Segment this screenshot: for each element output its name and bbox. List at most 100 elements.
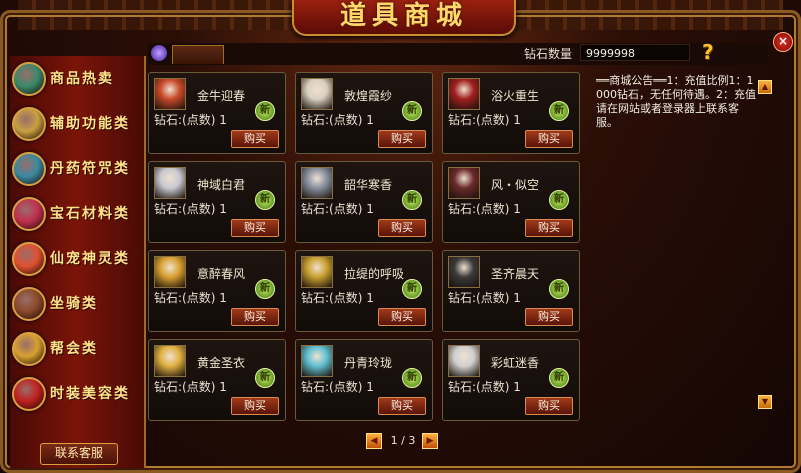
product-card: 敦煌霞纱新钻石:(点数) 1 购买 xyxy=(295,72,433,154)
product-name: 丹青玲珑 xyxy=(344,356,393,370)
sidebar-item-label: 坐骑类 xyxy=(50,296,98,312)
previous-page-button[interactable]: ◀ xyxy=(366,433,382,449)
product-name: 拉缇的呼吸 xyxy=(344,267,405,281)
buy-button[interactable]: 购买 xyxy=(378,130,426,148)
buy-button[interactable]: 购买 xyxy=(231,397,279,415)
product-card: 彩虹迷香新钻石:(点数) 1 购买 xyxy=(442,339,580,421)
product-name: 韶华寒香 xyxy=(344,178,393,192)
buy-button[interactable]: 购买 xyxy=(231,308,279,326)
product-card: 圣齐晨天新钻石:(点数) 1 购买 xyxy=(442,250,580,332)
product-grid: 金牛迎春新钻石:(点数) 1 购买 敦煌霞纱新钻石:(点数) 1 购买 浴火重生新钻石:… xyxy=(148,72,588,427)
sidebar-item-label: 商品热卖 xyxy=(50,71,114,87)
sidebar-item[interactable]: 帮会类 xyxy=(10,330,144,368)
product-price: 钻石:(点数) 1 xyxy=(154,380,227,394)
buy-button[interactable]: 购买 xyxy=(378,308,426,326)
new-badge: 新 xyxy=(549,101,569,121)
tab-gem-icon[interactable] xyxy=(151,45,167,61)
product-price: 钻石:(点数) 1 xyxy=(154,291,227,305)
next-page-button[interactable]: ▶ xyxy=(422,433,438,449)
product-thumbnail xyxy=(154,345,186,377)
page-indicator: 1 / 3 xyxy=(390,434,416,447)
product-card: 神域白君新钻石:(点数) 1 购买 xyxy=(148,161,286,243)
product-name: 浴火重生 xyxy=(491,89,540,103)
product-name: 风・似空 xyxy=(491,178,540,192)
help-icon[interactable]: ? xyxy=(702,40,724,64)
sidebar-item[interactable]: 坐骑类 xyxy=(10,285,144,323)
scroll-down-arrow-icon[interactable]: ▼ xyxy=(758,395,772,409)
product-name: 彩虹迷香 xyxy=(491,356,540,370)
product-thumbnail xyxy=(301,256,333,288)
sidebar-item[interactable]: 商品热卖 xyxy=(10,60,144,98)
scroll-up-arrow-icon[interactable]: ▲ xyxy=(758,80,772,94)
buy-button[interactable]: 购买 xyxy=(525,397,573,415)
shop-announcement: ══商城公告══1：充值比例1：1000钻石，无任何待遇。2：充值请在网站或者登… xyxy=(596,74,756,129)
product-card: 丹青玲珑新钻石:(点数) 1 购买 xyxy=(295,339,433,421)
new-badge: 新 xyxy=(255,368,275,388)
product-price: 钻石:(点数) 1 xyxy=(301,202,374,216)
buy-button[interactable]: 购买 xyxy=(525,308,573,326)
sidebar-item[interactable]: 仙宠神灵类 xyxy=(10,240,144,278)
product-card: 意醉春风新钻石:(点数) 1 购买 xyxy=(148,250,286,332)
product-card: 金牛迎春新钻石:(点数) 1 购买 xyxy=(148,72,286,154)
product-price: 钻石:(点数) 1 xyxy=(301,113,374,127)
new-badge: 新 xyxy=(402,190,422,210)
buy-button[interactable]: 购买 xyxy=(525,219,573,237)
product-name: 圣齐晨天 xyxy=(491,267,540,281)
product-price: 钻石:(点数) 1 xyxy=(301,291,374,305)
sidebar-item-label: 时装美容类 xyxy=(50,386,130,402)
close-button[interactable]: × xyxy=(773,32,793,52)
buy-button[interactable]: 购买 xyxy=(525,130,573,148)
buy-button[interactable]: 购买 xyxy=(378,219,426,237)
sidebar-item-label: 丹药符咒类 xyxy=(50,161,130,177)
new-badge: 新 xyxy=(402,368,422,388)
product-thumbnail xyxy=(301,78,333,110)
product-thumbnail xyxy=(154,256,186,288)
product-price: 钻石:(点数) 1 xyxy=(448,291,521,305)
product-card: 韶华寒香新钻石:(点数) 1 购买 xyxy=(295,161,433,243)
tab-active[interactable] xyxy=(172,45,224,64)
product-thumbnail xyxy=(301,167,333,199)
product-card: 浴火重生新钻石:(点数) 1 购买 xyxy=(442,72,580,154)
product-price: 钻石:(点数) 1 xyxy=(301,380,374,394)
sidebar-item[interactable]: 时装美容类 xyxy=(10,375,144,413)
product-name: 金牛迎春 xyxy=(197,89,246,103)
fashion-icon xyxy=(12,377,46,411)
contact-support-button[interactable]: 联系客服 xyxy=(40,443,118,465)
buy-button[interactable]: 购买 xyxy=(231,130,279,148)
product-name: 神域白君 xyxy=(197,178,246,192)
new-badge: 新 xyxy=(402,101,422,121)
mount-icon xyxy=(12,287,46,321)
product-thumbnail xyxy=(448,78,480,110)
sidebar-item[interactable]: 辅助功能类 xyxy=(10,105,144,143)
product-thumbnail xyxy=(448,345,480,377)
product-card: 拉缇的呼吸新钻石:(点数) 1 购买 xyxy=(295,250,433,332)
title-plate: 道具商城 xyxy=(292,0,516,36)
new-badge: 新 xyxy=(549,190,569,210)
product-price: 钻石:(点数) 1 xyxy=(154,202,227,216)
product-price: 钻石:(点数) 1 xyxy=(448,202,521,216)
product-thumbnail xyxy=(301,345,333,377)
orb-icon xyxy=(12,152,46,186)
product-name: 敦煌霞纱 xyxy=(344,89,393,103)
product-price: 钻石:(点数) 1 xyxy=(448,113,521,127)
sidebar-item-label: 帮会类 xyxy=(50,341,98,357)
product-card: 风・似空新钻石:(点数) 1 购买 xyxy=(442,161,580,243)
new-badge: 新 xyxy=(402,279,422,299)
spirit-pet-icon xyxy=(12,242,46,276)
sidebar-item-label: 仙宠神灵类 xyxy=(50,251,130,267)
buy-button[interactable]: 购买 xyxy=(231,219,279,237)
buy-button[interactable]: 购买 xyxy=(378,397,426,415)
product-thumbnail xyxy=(448,167,480,199)
product-card: 黄金圣衣新钻石:(点数) 1 购买 xyxy=(148,339,286,421)
category-sidebar: 商品热卖辅助功能类丹药符咒类宝石材料类仙宠神灵类坐骑类帮会类时装美容类 xyxy=(10,56,146,468)
product-thumbnail xyxy=(448,256,480,288)
new-badge: 新 xyxy=(255,279,275,299)
diamond-count-value: 9999998 xyxy=(580,44,690,61)
sidebar-item[interactable]: 宝石材料类 xyxy=(10,195,144,233)
new-badge: 新 xyxy=(549,279,569,299)
new-badge: 新 xyxy=(549,368,569,388)
product-thumbnail xyxy=(154,78,186,110)
new-badge: 新 xyxy=(255,190,275,210)
product-name: 黄金圣衣 xyxy=(197,356,246,370)
sidebar-item[interactable]: 丹药符咒类 xyxy=(10,150,144,188)
